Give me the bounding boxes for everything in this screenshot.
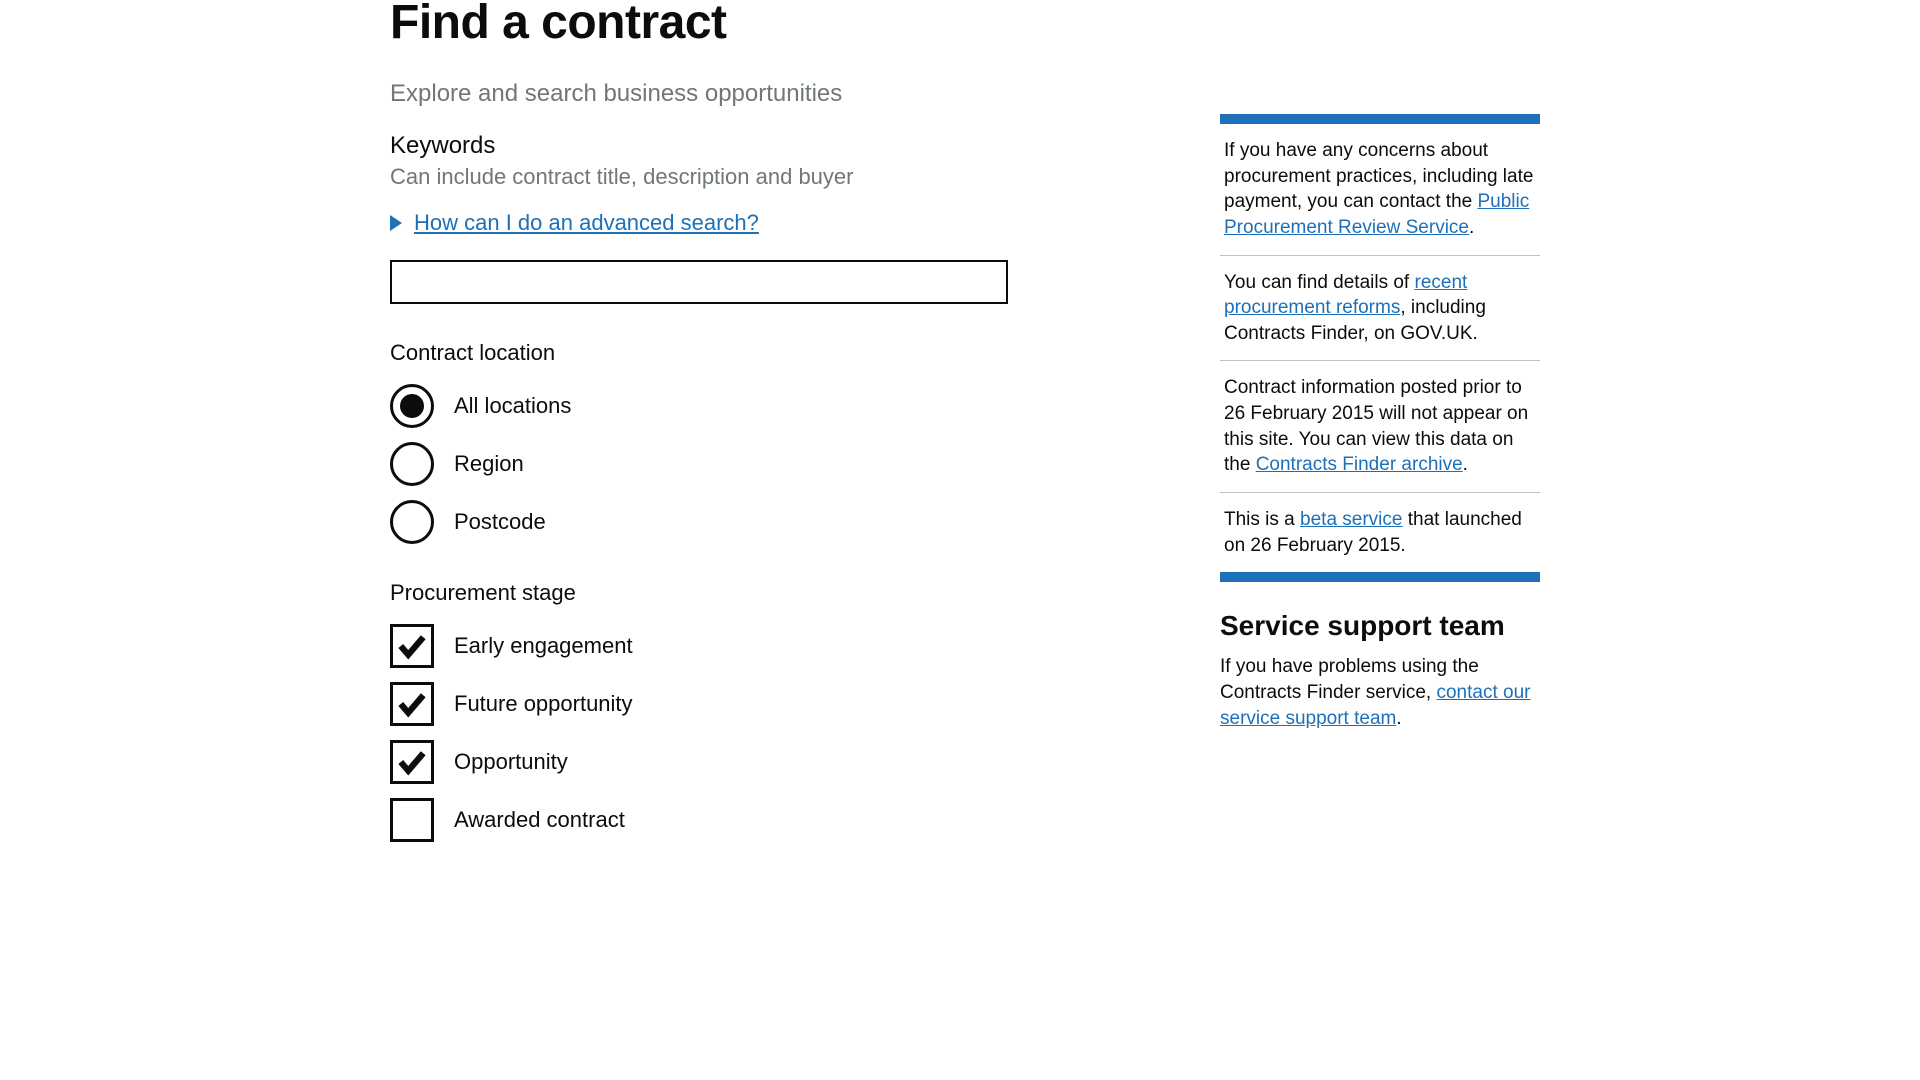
advanced-search-link-text: How can I do an advanced search? xyxy=(414,210,759,236)
beta-service-link[interactable]: beta service xyxy=(1300,509,1402,530)
radio-icon xyxy=(390,384,434,428)
checkbox-label: Early engagement xyxy=(454,633,633,659)
stage-legend: Procurement stage xyxy=(390,580,1040,606)
radio-label: Region xyxy=(454,451,524,477)
keywords-label: Keywords xyxy=(390,132,1040,160)
page-lede: Explore and search business opportunitie… xyxy=(390,80,1040,108)
checkbox-future-opportunity[interactable]: Future opportunity xyxy=(390,682,1040,726)
keywords-input[interactable] xyxy=(390,260,1008,304)
radio-icon xyxy=(390,500,434,544)
checkbox-opportunity[interactable]: Opportunity xyxy=(390,740,1040,784)
radio-icon xyxy=(390,442,434,486)
radio-label: All locations xyxy=(454,393,571,419)
checkbox-early-engagement[interactable]: Early engagement xyxy=(390,624,1040,668)
advanced-search-toggle[interactable]: How can I do an advanced search? xyxy=(390,210,1040,236)
contracts-finder-archive-link[interactable]: Contracts Finder archive xyxy=(1256,454,1463,475)
keywords-hint: Can include contract title, description … xyxy=(390,164,1040,190)
stage-fieldset: Procurement stage Early engagement Futur… xyxy=(390,580,1040,842)
disclosure-triangle-icon xyxy=(390,215,402,231)
checkbox-icon xyxy=(390,682,434,726)
support-para: If you have problems using the Contracts… xyxy=(1220,654,1540,731)
sidebar-info-box: If you have any concerns about procureme… xyxy=(1220,114,1540,582)
sidebar-para-reforms: You can find details of recent procureme… xyxy=(1220,270,1540,362)
sidebar-text: . xyxy=(1463,454,1468,475)
checkbox-label: Opportunity xyxy=(454,749,568,775)
checkbox-label: Awarded contract xyxy=(454,807,625,833)
radio-region[interactable]: Region xyxy=(390,442,1040,486)
sidebar-para-beta: This is a beta service that launched on … xyxy=(1220,507,1540,564)
checkbox-icon xyxy=(390,740,434,784)
sidebar-para-review-service: If you have any concerns about procureme… xyxy=(1220,138,1540,256)
checkbox-awarded-contract[interactable]: Awarded contract xyxy=(390,798,1040,842)
checkbox-icon xyxy=(390,624,434,668)
location-legend: Contract location xyxy=(390,340,1040,366)
main-column: Find a contract Explore and search busin… xyxy=(260,0,1040,878)
radio-postcode[interactable]: Postcode xyxy=(390,500,1040,544)
sidebar-para-archive: Contract information posted prior to 26 … xyxy=(1220,375,1540,493)
sidebar-text: This is a xyxy=(1224,509,1300,530)
sidebar-column: If you have any concerns about procureme… xyxy=(1220,0,1540,878)
sidebar-text: . xyxy=(1469,217,1474,238)
location-fieldset: Contract location All locations Region P… xyxy=(390,340,1040,544)
support-text: . xyxy=(1396,708,1401,729)
page-title: Find a contract xyxy=(390,0,1040,50)
checkbox-icon xyxy=(390,798,434,842)
radio-label: Postcode xyxy=(454,509,546,535)
radio-all-locations[interactable]: All locations xyxy=(390,384,1040,428)
sidebar-text: You can find details of xyxy=(1224,272,1415,293)
support-heading: Service support team xyxy=(1220,610,1540,642)
checkbox-label: Future opportunity xyxy=(454,691,633,717)
